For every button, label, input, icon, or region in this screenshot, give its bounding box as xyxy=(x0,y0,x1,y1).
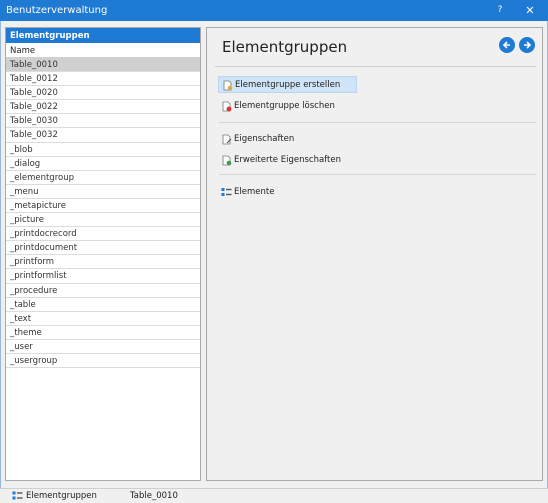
back-arrow-icon[interactable] xyxy=(499,37,515,53)
status-bar: Elementgruppen Table_0010 xyxy=(0,488,548,503)
list-icon xyxy=(221,188,232,196)
elements-button[interactable]: Elemente xyxy=(218,184,357,201)
list-item[interactable]: _metapicture xyxy=(6,199,200,214)
delete-elementgroup-button[interactable]: Elementgruppe löschen xyxy=(218,98,357,115)
delete-document-icon xyxy=(222,101,232,112)
extended-properties-label: Erweiterte Eigenschaften xyxy=(234,155,341,165)
list-item[interactable]: _printform xyxy=(6,255,200,270)
window-body: Elementgruppen Name Table_0010 Table_0012… xyxy=(0,21,548,488)
name-column-header[interactable]: Name xyxy=(6,43,200,58)
create-elementgroup-label: Elementgruppe erstellen xyxy=(235,80,341,90)
actions-divider xyxy=(219,122,536,123)
status-value: Table_0010 xyxy=(130,491,178,501)
list-item[interactable]: _blob xyxy=(6,143,200,157)
list-item[interactable]: Table_0012 xyxy=(6,72,200,87)
close-button[interactable]: ✕ xyxy=(516,0,544,21)
list-item[interactable]: _printdocrecord xyxy=(6,227,200,242)
help-button[interactable]: ? xyxy=(486,0,514,21)
edit-document-icon xyxy=(222,134,232,145)
create-elementgroup-button[interactable]: Elementgruppe erstellen xyxy=(218,76,357,93)
list-item[interactable]: Table_0032 xyxy=(6,128,200,143)
list-item[interactable]: _text xyxy=(6,312,200,326)
list-icon xyxy=(12,491,23,500)
list-item[interactable]: _menu xyxy=(6,185,200,199)
detail-panel: Elementgruppen Elementgruppe erstellen E… xyxy=(206,27,543,481)
list-item[interactable]: _table xyxy=(6,298,200,312)
list-item[interactable]: _theme xyxy=(6,326,200,340)
new-document-icon xyxy=(223,80,233,91)
title-bar: Benutzerverwaltung ? ✕ xyxy=(0,0,548,21)
list-item[interactable]: Table_0030 xyxy=(6,114,200,129)
elementgroup-panel: Elementgruppen Name Table_0010 Table_0012… xyxy=(5,27,201,481)
elementgroup-list: Table_0010 Table_0012 Table_0020 Table_0022… xyxy=(6,58,200,369)
list-item[interactable]: _user xyxy=(6,340,200,354)
status-label: Elementgruppen xyxy=(26,491,97,501)
detail-title: Elementgruppen xyxy=(222,38,348,56)
extended-properties-button[interactable]: Erweiterte Eigenschaften xyxy=(218,152,357,169)
window-title: Benutzerverwaltung xyxy=(6,5,108,16)
list-item[interactable]: _elementgroup xyxy=(6,171,200,185)
list-item[interactable]: Table_0010 xyxy=(6,58,200,73)
elements-label: Elemente xyxy=(234,187,275,197)
properties-label: Eigenschaften xyxy=(234,134,295,144)
settings-document-icon xyxy=(222,155,232,166)
list-item[interactable]: _printdocument xyxy=(6,241,200,256)
list-item[interactable]: Table_0020 xyxy=(6,86,200,101)
forward-arrow-icon[interactable] xyxy=(519,37,535,53)
list-item[interactable]: Table_0022 xyxy=(6,100,200,115)
list-item[interactable]: _printformlist xyxy=(6,269,200,284)
list-item[interactable]: _dialog xyxy=(6,157,200,171)
panel-header: Elementgruppen xyxy=(6,28,200,43)
list-item[interactable]: _picture xyxy=(6,213,200,228)
list-item[interactable]: _procedure xyxy=(6,284,200,298)
delete-elementgroup-label: Elementgruppe löschen xyxy=(234,101,335,111)
list-item[interactable]: _usergroup xyxy=(6,354,200,369)
properties-button[interactable]: Eigenschaften xyxy=(218,131,357,148)
actions-divider-2 xyxy=(219,174,536,175)
title-divider xyxy=(215,66,536,67)
